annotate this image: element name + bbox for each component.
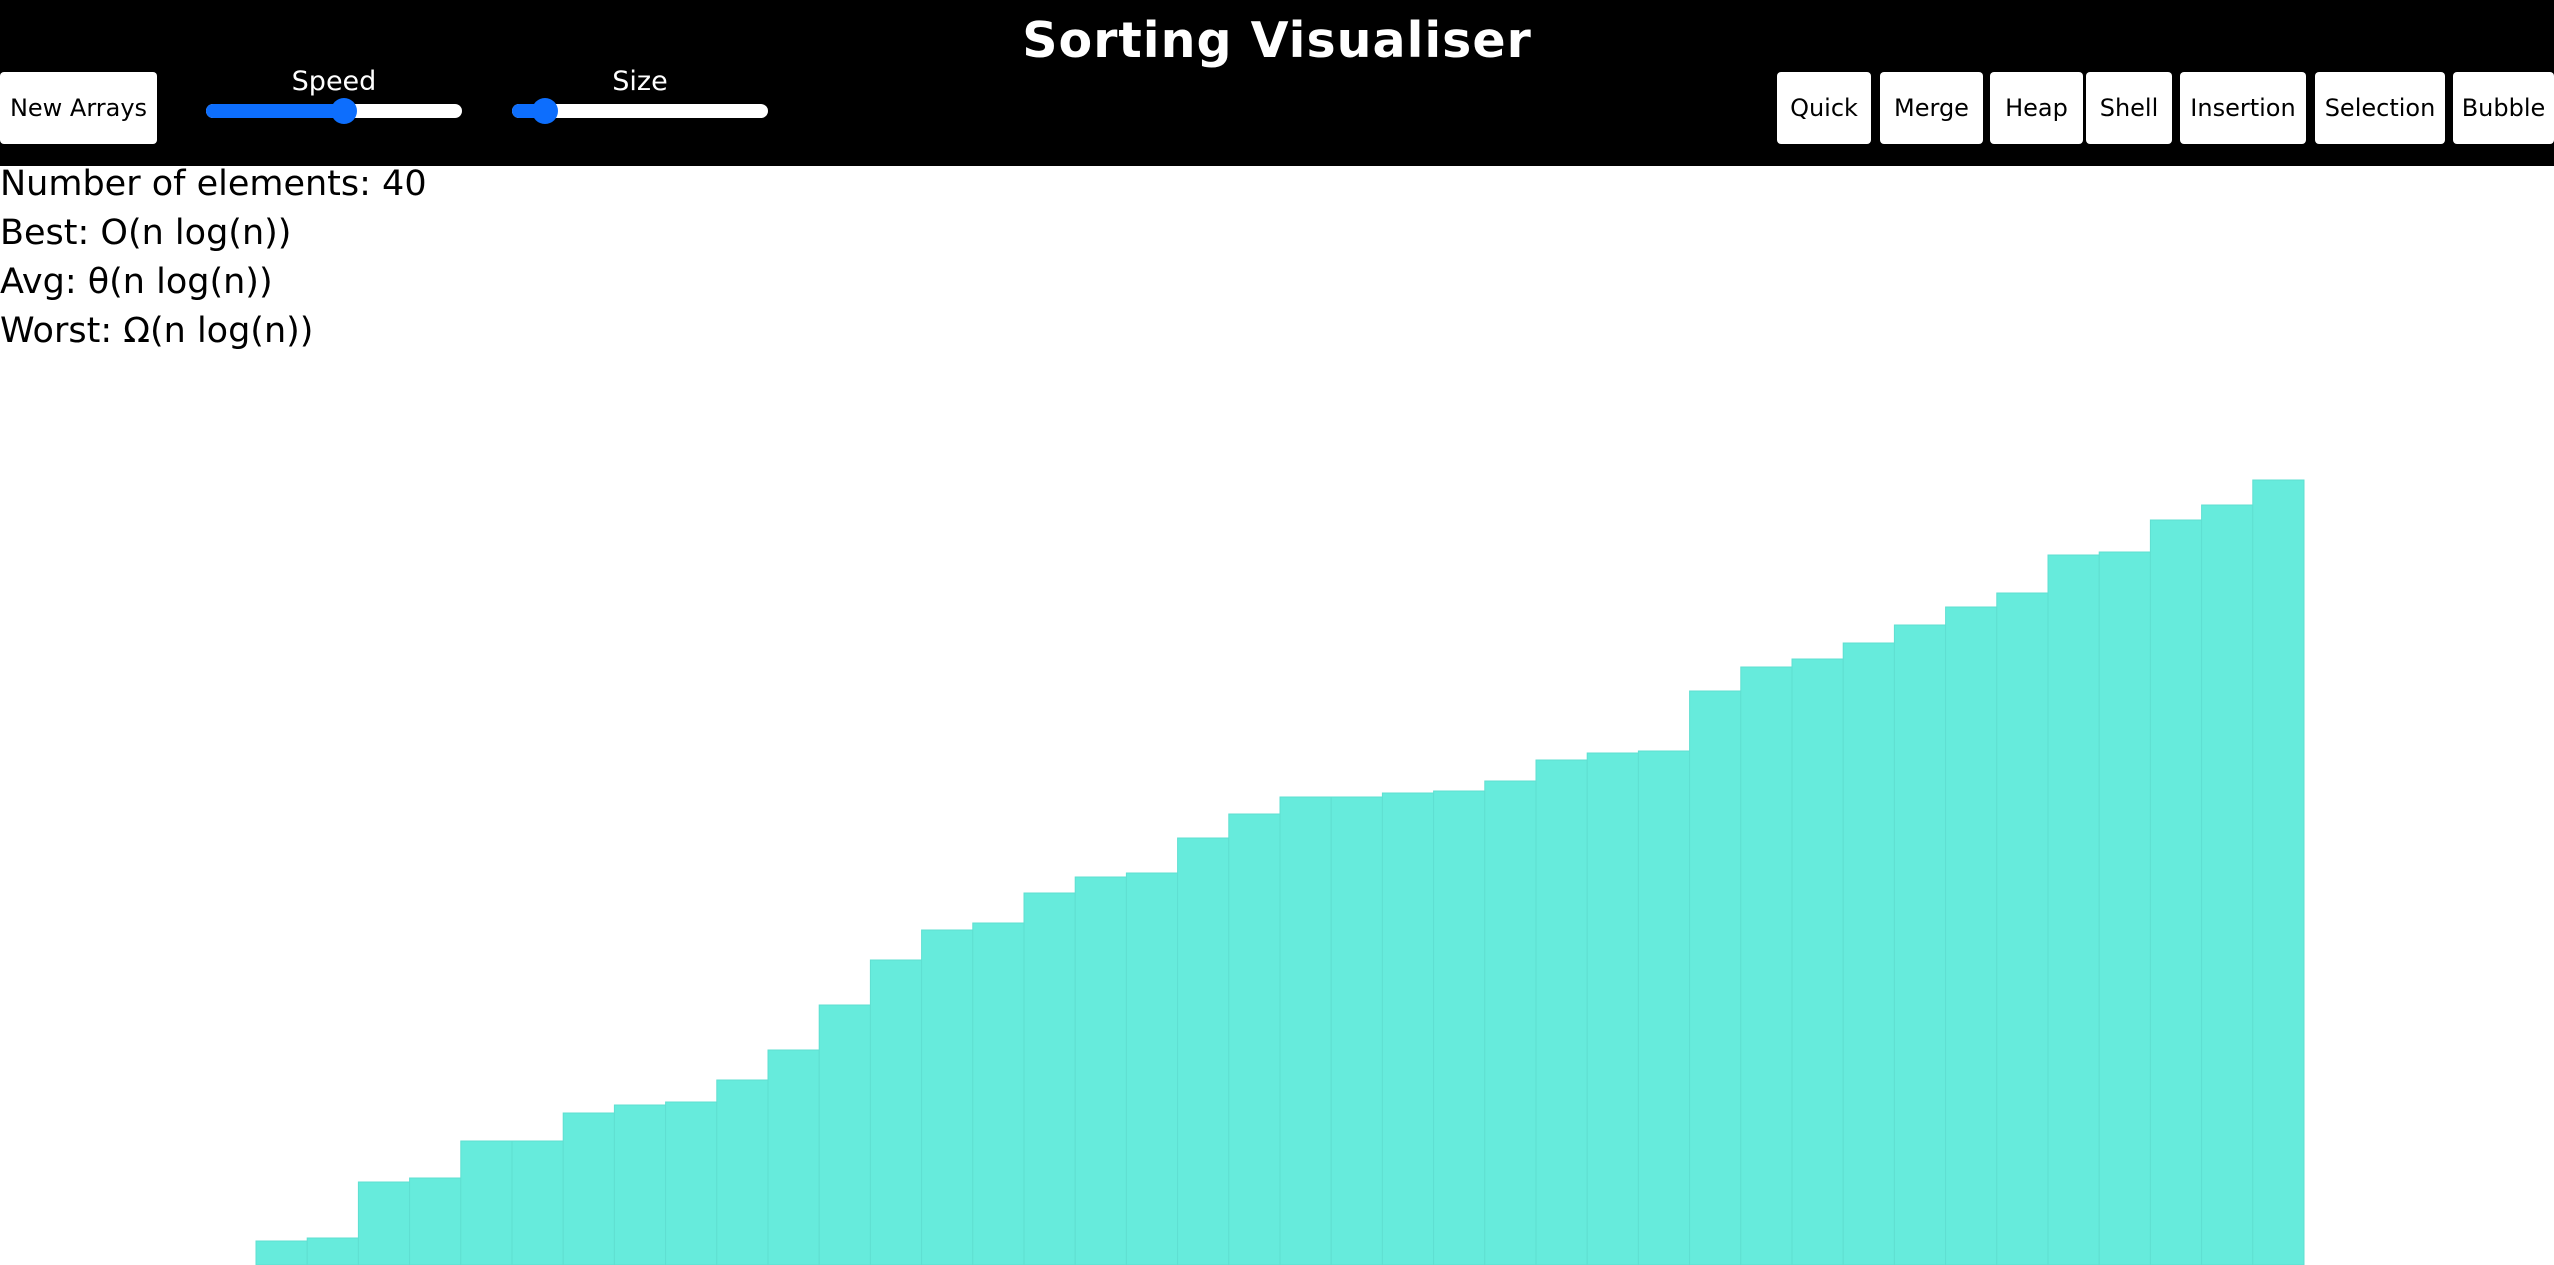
- array-bar: [1791, 658, 1844, 1265]
- array-bar: [1740, 666, 1793, 1265]
- array-bar: [1125, 872, 1179, 1265]
- array-bar: [665, 1101, 718, 1265]
- array-bar: [1279, 796, 1332, 1265]
- array-bar: [716, 1079, 769, 1265]
- array-bar: [357, 1181, 411, 1265]
- array-bar: [869, 959, 923, 1265]
- array-bar: [1330, 796, 1383, 1265]
- array-bar: [460, 1140, 513, 1265]
- array-bar: [1433, 790, 1486, 1265]
- array-bar: [1535, 759, 1588, 1265]
- array-bar-chart: [255, 479, 2305, 1265]
- array-bar: [767, 1049, 820, 1265]
- array-bar: [1023, 892, 1076, 1265]
- array-bar: [1074, 876, 1127, 1265]
- array-bar: [1996, 592, 2049, 1265]
- array-bar: [972, 922, 1025, 1265]
- array-bar: [2252, 479, 2305, 1265]
- array-bar: [1689, 690, 1742, 1265]
- array-bar: [818, 1004, 871, 1265]
- array-bar: [1381, 792, 1435, 1265]
- array-bar: [1228, 813, 1281, 1265]
- array-bar: [306, 1237, 359, 1265]
- array-bar: [921, 929, 974, 1265]
- array-bar: [1177, 837, 1230, 1265]
- array-bar: [562, 1112, 615, 1265]
- array-bar: [2047, 554, 2100, 1265]
- array-bar: [2098, 551, 2151, 1265]
- array-bar: [2149, 519, 2203, 1265]
- array-bar: [1586, 752, 1639, 1265]
- array-bar: [1893, 624, 1947, 1265]
- array-bar: [1637, 750, 1691, 1265]
- array-bar: [255, 1240, 308, 1265]
- array-bar: [1484, 780, 1537, 1265]
- array-bar: [613, 1104, 667, 1265]
- array-bar: [2201, 504, 2254, 1265]
- array-bar: [409, 1177, 462, 1265]
- array-bar: [1945, 606, 1998, 1265]
- array-bar: [511, 1140, 564, 1265]
- array-bar: [1842, 642, 1895, 1265]
